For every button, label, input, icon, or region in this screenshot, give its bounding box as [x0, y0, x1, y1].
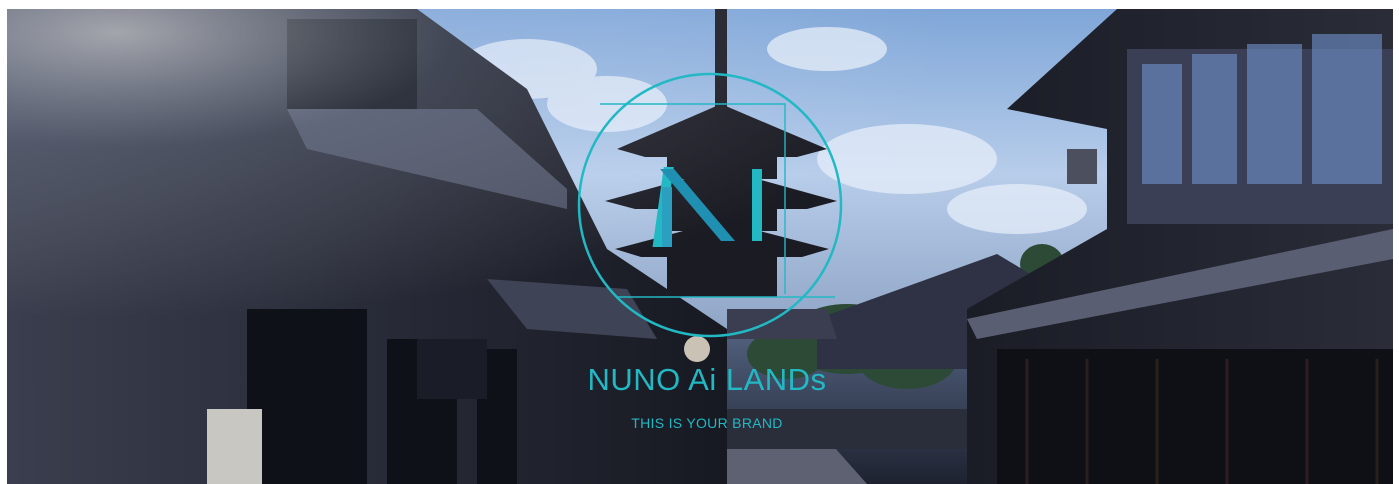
hero-banner: NUNO Ai LANDs THIS IS YOUR BRAND [7, 9, 1393, 484]
brand-title: NUNO Ai LANDs [587, 362, 827, 397]
n-monogram-circle-logo-icon [577, 72, 843, 338]
brand-tagline: THIS IS YOUR BRAND [631, 415, 783, 431]
